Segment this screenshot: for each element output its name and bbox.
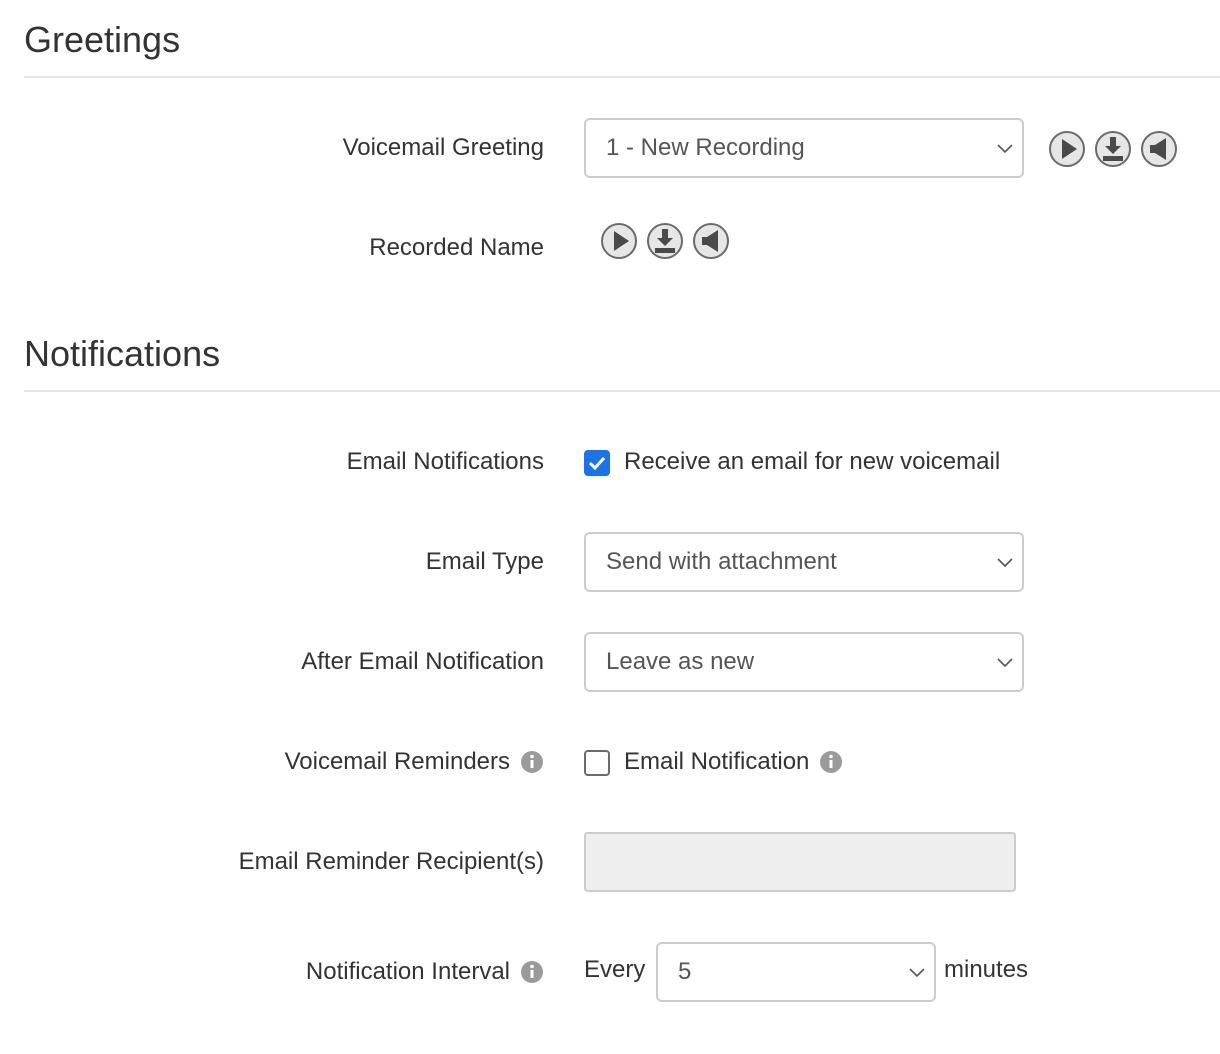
voicemail-reminders-label-text: Voicemail Reminders <box>284 748 510 775</box>
chevron-down-icon <box>997 658 1013 668</box>
voicemail-greeting-select[interactable]: 1 - New Recording <box>584 118 1024 178</box>
notification-interval-label: Notification Interval <box>306 960 544 984</box>
voicemail-reminders-checkbox-label[interactable]: Email Notification <box>624 750 843 774</box>
download-icon <box>647 223 683 259</box>
email-type-label-text: Email Type <box>425 548 544 575</box>
notification-interval-label-text: Notification Interval <box>305 958 510 985</box>
greeting-play-button[interactable] <box>1048 130 1086 168</box>
recorded-name-upload-button[interactable] <box>692 222 730 260</box>
info-icon[interactable] <box>520 960 544 984</box>
recorded-name-label: Recorded Name <box>369 236 544 260</box>
voicemail-reminders-checkbox[interactable] <box>584 750 610 776</box>
voicemail-greeting-label-text: Voicemail Greeting <box>342 134 544 161</box>
info-icon[interactable] <box>819 750 843 774</box>
after-email-notification-label-text: After Email Notification <box>301 648 544 675</box>
greeting-upload-button[interactable] <box>1140 130 1178 168</box>
interval-prefix-text: Every <box>584 956 646 983</box>
section-divider <box>24 390 1220 392</box>
email-type-label: Email Type <box>426 550 544 574</box>
email-notifications-checkbox-label[interactable]: Receive an email for new voicemail <box>624 450 1000 474</box>
info-icon[interactable] <box>520 750 544 774</box>
email-reminder-recipients-label: Email Reminder Recipient(s) <box>239 850 544 874</box>
download-icon <box>1095 131 1131 167</box>
recorded-name-label-text: Recorded Name <box>369 234 544 261</box>
interval-suffix-text: minutes <box>944 956 1029 983</box>
email-notifications-label-text: Email Notifications <box>346 448 544 475</box>
voicemail-greeting-selected-value: 1 - New Recording <box>606 134 805 161</box>
email-type-selected-value: Send with attachment <box>606 548 837 575</box>
email-reminder-recipients-input[interactable] <box>584 832 1016 892</box>
play-icon <box>601 223 637 259</box>
speaker-icon <box>693 223 729 259</box>
section-title-notifications: Notifications <box>24 333 221 374</box>
recorded-name-play-button[interactable] <box>600 222 638 260</box>
voicemail-greeting-label: Voicemail Greeting <box>343 136 544 160</box>
after-email-notification-label: After Email Notification <box>301 650 544 674</box>
section-title-greetings: Greetings <box>24 19 181 60</box>
recorded-name-download-button[interactable] <box>646 222 684 260</box>
email-notifications-label: Email Notifications <box>347 450 544 474</box>
email-notifications-checkbox[interactable] <box>584 450 610 476</box>
greeting-download-button[interactable] <box>1094 130 1132 168</box>
notification-interval-selected-value: 5 <box>678 958 692 985</box>
notification-interval-select[interactable]: 5 <box>656 942 936 1002</box>
speaker-icon <box>1141 131 1177 167</box>
chevron-down-icon <box>997 558 1013 568</box>
after-email-notification-select[interactable]: Leave as new <box>584 632 1024 692</box>
email-reminder-recipients-label-text: Email Reminder Recipient(s) <box>238 848 544 875</box>
play-icon <box>1049 131 1085 167</box>
email-notifications-checkbox-text: Receive an email for new voicemail <box>624 448 1001 475</box>
email-type-select[interactable]: Send with attachment <box>584 532 1024 592</box>
chevron-down-icon <box>997 144 1013 154</box>
voicemail-reminders-label: Voicemail Reminders <box>285 750 544 774</box>
voicemail-reminders-checkbox-text: Email Notification <box>624 748 810 775</box>
after-email-notification-selected-value: Leave as new <box>606 648 755 675</box>
chevron-down-icon <box>909 968 925 978</box>
checkmark-icon <box>588 456 606 471</box>
section-divider <box>24 76 1220 78</box>
